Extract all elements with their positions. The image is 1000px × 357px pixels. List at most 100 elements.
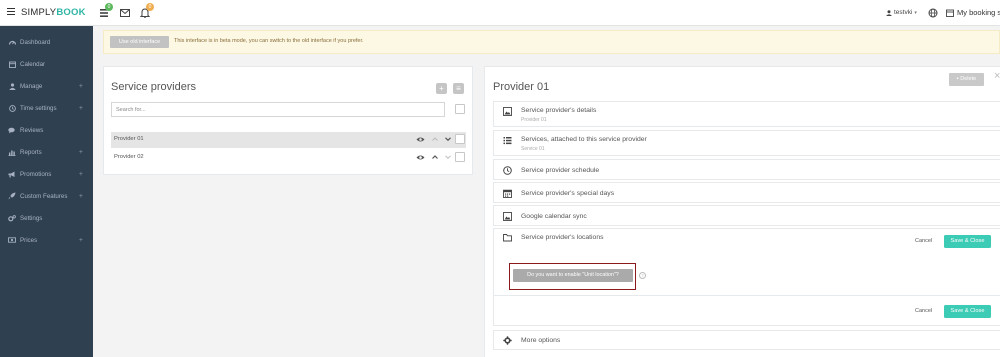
image-icon — [503, 107, 512, 116]
sidebar-item-reports[interactable]: Reports + — [0, 142, 93, 162]
eye-icon[interactable] — [416, 135, 425, 144]
section-special-days[interactable]: Service provider's special days — [493, 182, 1000, 203]
sidebar-item-label: Calendar — [20, 60, 46, 68]
section-provider-details[interactable]: Service provider's details Provider 01 — [493, 101, 1000, 127]
provider-name: Provider 02 — [114, 154, 144, 160]
provider-checkbox[interactable] — [455, 152, 465, 162]
sidebar: Dashboard Calendar Manage + Time setting… — [0, 26, 93, 357]
sidebar-item-label: Dashboard — [20, 38, 51, 46]
delete-button[interactable]: ▪ Delete — [949, 73, 984, 86]
section-provider-schedule[interactable]: Service provider schedule — [493, 159, 1000, 180]
search-input[interactable] — [112, 103, 444, 116]
calendar-icon — [946, 9, 954, 17]
provider-name: Provider 01 — [114, 136, 144, 142]
beta-message: This interface is in beta mode, you can … — [174, 38, 364, 44]
gear-icon — [503, 336, 512, 345]
sidebar-item-prices[interactable]: Prices + — [0, 230, 93, 250]
sidebar-item-time-settings[interactable]: Time settings + — [0, 98, 93, 118]
list-view-button[interactable]: ≡ — [453, 83, 464, 94]
sidebar-item-label: Reviews — [20, 126, 44, 134]
globe-icon[interactable] — [928, 8, 938, 18]
provider-row[interactable]: Provider 01 — [111, 132, 466, 148]
eye-icon[interactable] — [416, 153, 425, 162]
tasks-badge: 0 — [105, 3, 113, 11]
section-attached-services[interactable]: Services, attached to this service provi… — [493, 130, 1000, 156]
user-name: testvki — [894, 9, 913, 16]
select-all-checkbox[interactable] — [455, 104, 465, 114]
chevron-down-icon[interactable] — [444, 153, 452, 161]
sidebar-item-manage[interactable]: Manage + — [0, 76, 93, 96]
cogs-icon — [8, 214, 16, 222]
provider-row[interactable]: Provider 02 — [111, 150, 466, 166]
sidebar-item-label: Reports — [20, 148, 42, 156]
delete-label: Delete — [960, 76, 977, 82]
sidebar-item-dashboard[interactable]: Dashboard — [0, 32, 93, 52]
top-bar: SIMPLYBOOK 0 0 testvki ▾ My booking s — [0, 0, 1000, 26]
expand-plus-icon: + — [78, 192, 83, 200]
save-close-button[interactable]: Save & Close — [944, 235, 991, 248]
bar-chart-icon — [8, 148, 16, 156]
save-close-button[interactable]: Save & Close — [944, 305, 991, 318]
expand-plus-icon: + — [78, 104, 83, 112]
expand-plus-icon: + — [78, 170, 83, 178]
chevron-up-icon[interactable] — [431, 135, 439, 143]
section-title: More options — [521, 337, 561, 344]
help-icon[interactable]: ? — [639, 272, 646, 279]
divider — [494, 295, 1000, 296]
section-subtitle: Provider 01 — [521, 117, 547, 123]
use-old-interface-button[interactable]: Use old interface — [110, 36, 169, 48]
add-provider-button[interactable]: + — [436, 83, 447, 94]
section-title: Service provider schedule — [521, 167, 600, 174]
sidebar-item-label: Custom Features — [20, 192, 68, 200]
section-subtitle: Service 01 — [521, 146, 545, 152]
provider-detail-panel: Provider 01 ▪ Delete × Service provider'… — [484, 66, 1000, 357]
section-title: Service provider's details — [521, 107, 597, 114]
user-icon — [886, 9, 892, 16]
section-title: Services, attached to this service provi… — [521, 136, 647, 143]
notifications-badge: 0 — [146, 3, 154, 11]
section-title: Service provider's locations — [521, 234, 604, 241]
user-icon — [8, 82, 16, 90]
clock-icon — [503, 166, 512, 175]
trash-icon: ▪ — [956, 76, 959, 82]
expand-plus-icon: + — [78, 82, 83, 90]
cancel-button[interactable]: Cancel — [915, 308, 932, 314]
section-title: Google calendar sync — [521, 213, 587, 220]
cancel-button[interactable]: Cancel — [915, 238, 932, 244]
section-more-options[interactable]: More options — [493, 330, 1000, 350]
close-icon[interactable]: × — [994, 70, 1000, 82]
money-icon — [8, 236, 16, 244]
section-title: Service provider's special days — [521, 190, 615, 197]
sidebar-item-label: Time settings — [20, 104, 57, 112]
app-logo[interactable]: SIMPLYBOOK — [21, 7, 86, 18]
megaphone-icon — [8, 170, 16, 178]
expand-plus-icon: + — [78, 148, 83, 156]
calendar-icon — [8, 60, 16, 68]
section-google-calendar-sync[interactable]: Google calendar sync — [493, 205, 1000, 226]
search-field[interactable] — [111, 102, 445, 117]
user-menu[interactable]: testvki ▾ — [886, 9, 917, 16]
provider-title: Provider 01 — [493, 81, 550, 93]
sidebar-item-calendar[interactable]: Calendar — [0, 54, 93, 74]
my-booking-label: My booking s — [957, 8, 1000, 17]
sidebar-item-custom-features[interactable]: Custom Features + — [0, 186, 93, 206]
hamburger-menu-icon[interactable] — [7, 8, 15, 15]
envelope-icon[interactable] — [120, 8, 131, 18]
expand-plus-icon: + — [78, 236, 83, 244]
chevron-up-icon[interactable] — [431, 153, 439, 161]
sidebar-item-reviews[interactable]: Reviews — [0, 120, 93, 140]
clock-icon — [8, 104, 16, 112]
sidebar-item-label: Promotions — [20, 170, 52, 178]
unit-location-highlight: Do you want to enable "Unit location"? — [509, 263, 636, 290]
provider-checkbox[interactable] — [455, 134, 465, 144]
sidebar-item-label: Prices — [20, 236, 38, 244]
sidebar-item-settings[interactable]: Settings — [0, 208, 93, 228]
sidebar-item-promotions[interactable]: Promotions + — [0, 164, 93, 184]
service-providers-panel: Service providers + ≡ Provider 01 Provid… — [103, 66, 473, 175]
sidebar-item-label: Settings — [20, 214, 43, 222]
dashboard-icon — [8, 38, 16, 46]
enable-unit-location-button[interactable]: Do you want to enable "Unit location"? — [513, 269, 633, 282]
my-booking-site-link[interactable]: My booking s — [946, 8, 1000, 17]
beta-banner: Use old interface This interface is in b… — [103, 30, 1000, 54]
chevron-down-icon[interactable] — [444, 135, 452, 143]
